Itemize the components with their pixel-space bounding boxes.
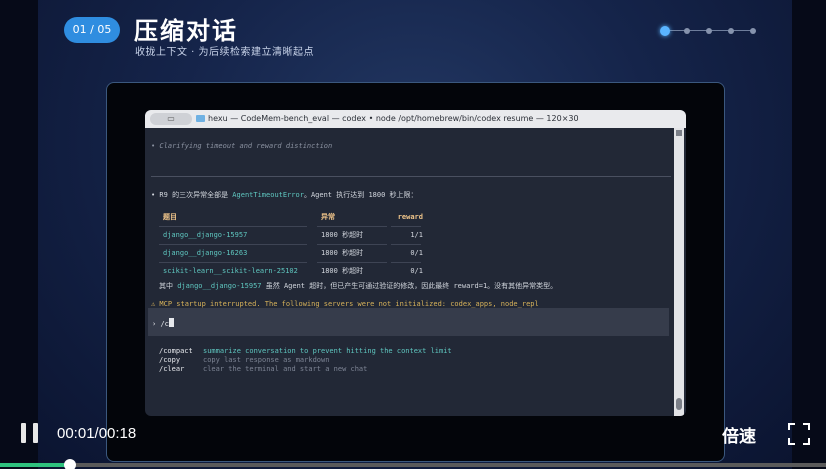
pause-button[interactable] [20,423,40,443]
cell-task: django__django-16263 [163,249,248,257]
folder-icon [196,115,205,122]
fullscreen-corner-icon [788,438,795,445]
cell-error: 1800 秒超时 [321,231,364,239]
summary-suffix: 。Agent 执行达到 1800 秒上限： [303,191,418,199]
command-desc: clear the terminal and start a new chat [203,365,368,373]
fullscreen-corner-icon [803,423,810,430]
prompt-box[interactable]: › /c [148,308,669,336]
note-line: 其中 django__django-15957 虽然 Agent 超时，但已产生… [159,281,557,291]
time-display: 00:01/00:18 [57,425,137,442]
terminal-tab-icon[interactable]: ▭ [150,113,192,125]
summary-prefix: • R9 的三次异常全部是 [151,191,233,199]
fullscreen-button[interactable] [788,423,810,445]
letterbox-left [0,0,38,469]
table-row: django__django-15957 1800 秒超时 1/1 [159,226,423,244]
cell-reward: 0/1 [410,267,423,275]
command-name: /compact [159,347,193,355]
terminal-scrollbar[interactable] [674,128,684,416]
slide-pager [660,26,760,36]
command-suggestion[interactable]: /clear clear the terminal and start a new… [159,365,367,373]
terminal-body[interactable]: • Clarifying timeout and reward distinct… [145,128,686,416]
slide-counter-badge: 01 / 05 [64,17,120,43]
mcp-warning: ⚠ MCP startup interrupted. The following… [151,300,539,308]
cell-task: django__django-15957 [163,231,248,239]
prompt-line[interactable]: › /c [152,318,174,328]
header-error: 异常 [321,213,335,221]
text-cursor [168,318,174,327]
summary-error: AgentTimeoutError [232,191,304,199]
progress-handle[interactable] [64,459,77,469]
note-suffix: 虽然 Agent 超时，但已产生可通过验证的修改，因此最终 reward=1。没… [261,282,558,290]
slide-subtitle: 收拢上下文 · 为后续检索建立清晰起点 [135,47,315,58]
command-desc: copy last response as markdown [203,356,330,364]
command-suggestion[interactable]: /copy copy last response as markdown [159,356,329,364]
table-header: 题目 异常 reward [159,208,423,226]
progress-bar[interactable] [0,459,826,469]
cell-task: scikit-learn__scikit-learn-25102 [163,267,298,275]
video-player[interactable]: 01 / 05 压缩对话 收拢上下文 · 为后续检索建立清晰起点 ▭ hexu … [0,0,826,469]
pause-bar-icon [21,423,26,443]
command-name: /copy [159,356,181,364]
terminal-titlebar: ▭ hexu — CodeMem-bench_eval — codex • no… [145,110,686,128]
note-task: django__django-15957 [177,282,262,290]
scroll-up-icon[interactable] [676,130,682,136]
summary-line: • R9 的三次异常全部是 AgentTimeoutError。Agent 执行… [151,190,418,200]
prompt-marker: › [152,320,157,328]
cell-error: 1800 秒超时 [321,267,364,275]
cell-reward: 1/1 [410,231,423,239]
command-name: /clear [159,365,185,373]
pager-dot[interactable] [706,28,712,34]
letterbox-right [792,0,826,469]
command-suggestion[interactable]: /compact summarize conversation to preven… [159,347,452,355]
progress-fill [0,463,71,467]
separator [151,176,671,177]
note-prefix: 其中 [159,282,178,290]
scroll-thumb[interactable] [676,398,682,410]
pager-dot[interactable] [684,28,690,34]
fullscreen-corner-icon [788,423,795,430]
pager-dot[interactable] [660,26,670,36]
pager-dot[interactable] [728,28,734,34]
speed-button[interactable]: 倍速 [722,422,756,447]
slide-title: 压缩对话 [134,17,238,45]
terminal-window: ▭ hexu — CodeMem-bench_eval — codex • no… [145,110,686,416]
header-task: 题目 [163,213,177,221]
table-row: django__django-16263 1800 秒超时 0/1 [159,244,423,262]
terminal-title: hexu — CodeMem-bench_eval — codex • node… [208,114,579,123]
prompt-input[interactable]: /c [160,320,168,328]
status-line: • Clarifying timeout and reward distinct… [151,142,333,150]
cell-reward: 0/1 [410,249,423,257]
pause-bar-icon [33,423,38,443]
header-reward: reward [397,213,423,221]
command-desc: summarize conversation to prevent hittin… [203,347,452,355]
table-row: scikit-learn__scikit-learn-25102 1800 秒超… [159,262,423,280]
pager-dot[interactable] [750,28,756,34]
fullscreen-corner-icon [803,438,810,445]
cell-error: 1800 秒超时 [321,249,364,257]
